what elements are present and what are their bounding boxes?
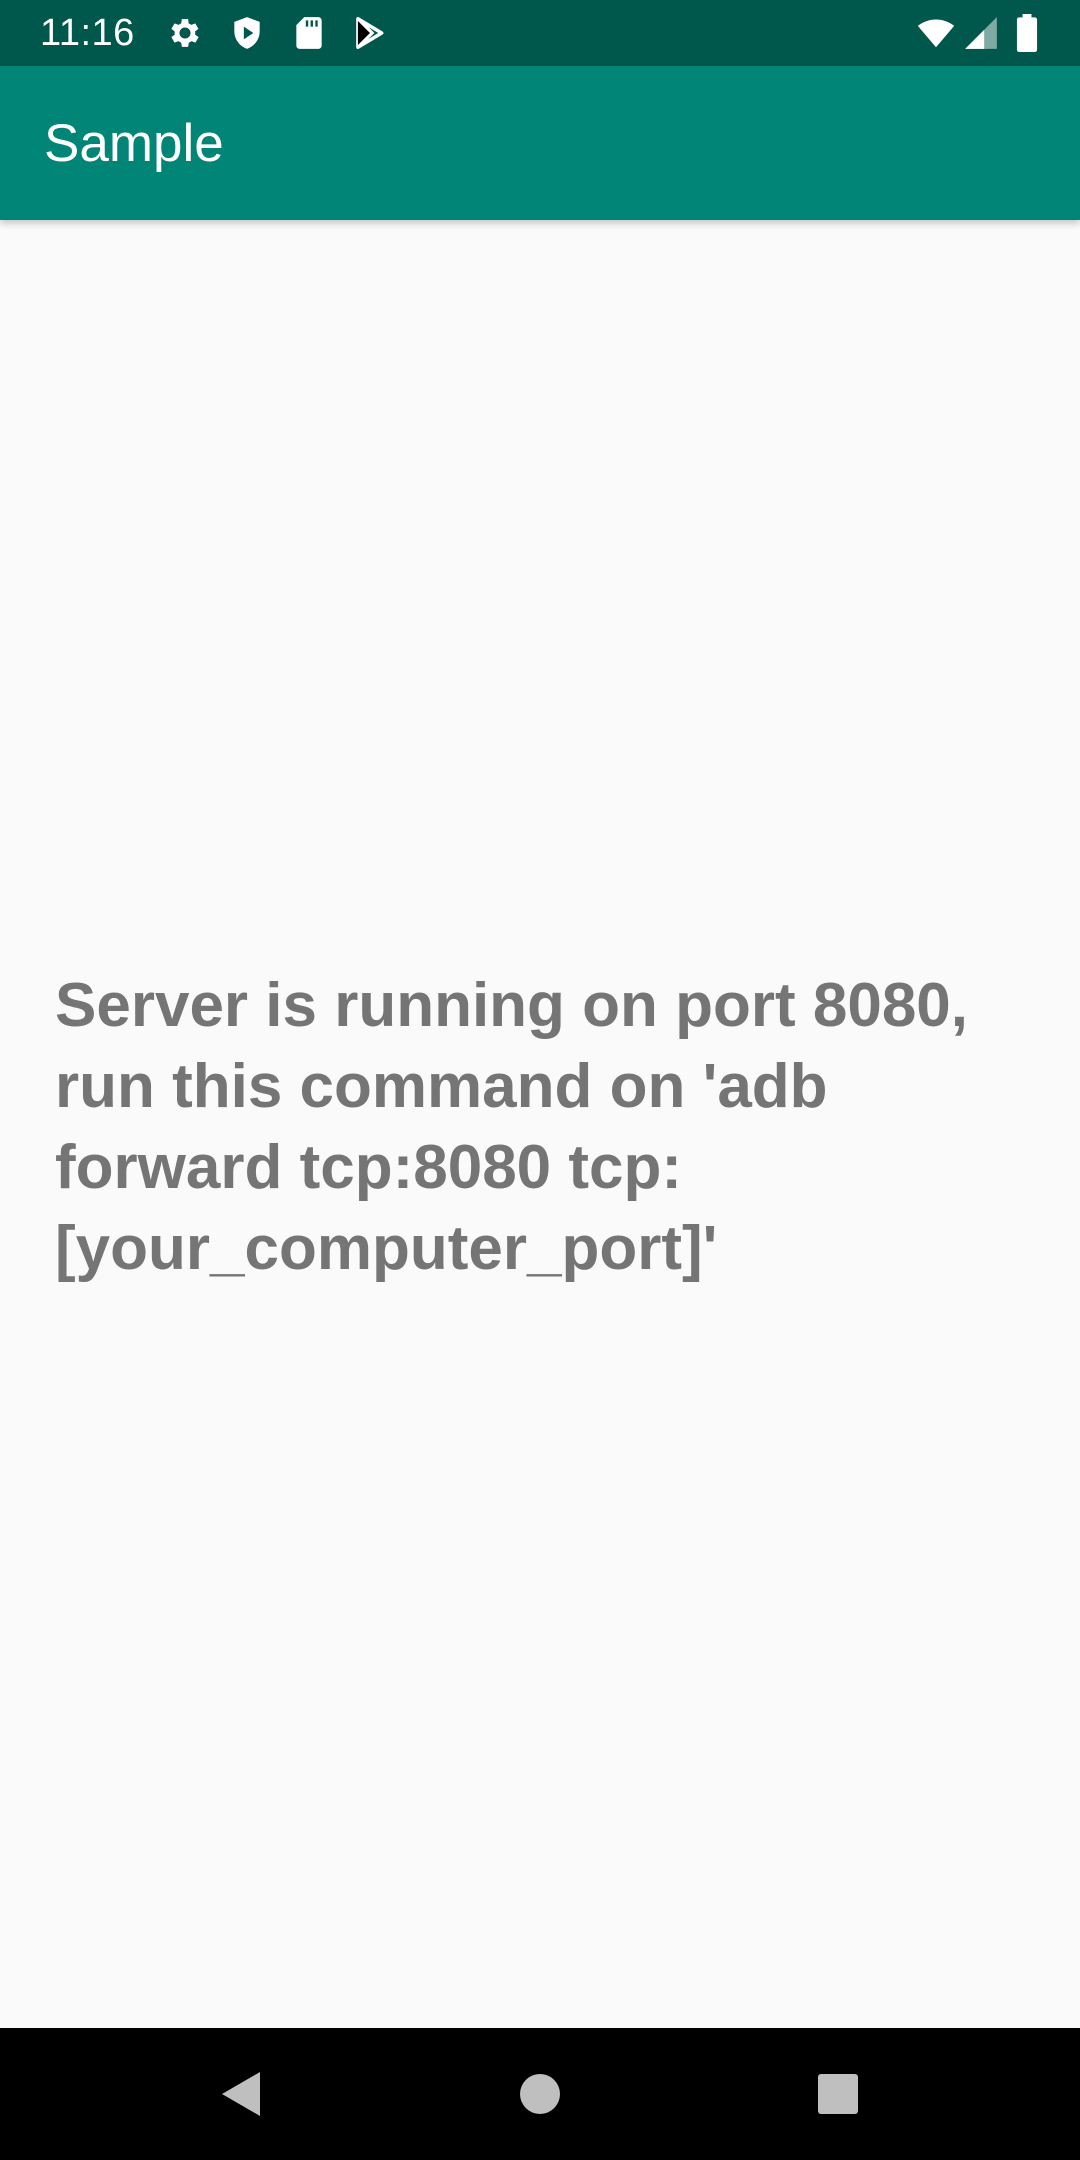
server-status-message: Server is running on port 8080, run this… <box>55 971 969 1283</box>
status-bar: 11:16 <box>0 0 1080 66</box>
main-content: Server is running on port 8080, run this… <box>0 220 1080 2028</box>
app-title: Sample <box>44 114 224 173</box>
play-store-icon <box>350 14 388 52</box>
screen: 11:16 Sample Server is running on port 8… <box>0 0 1080 2160</box>
gear-icon <box>166 14 204 52</box>
battery-icon <box>1010 14 1044 52</box>
app-bar: Sample <box>0 66 1080 220</box>
sd-card-icon <box>290 14 328 52</box>
wifi-icon <box>914 14 958 52</box>
shield-icon <box>228 14 266 52</box>
status-time: 11:16 <box>40 12 135 54</box>
recents-icon[interactable] <box>798 2054 878 2134</box>
signal-icon <box>962 14 1000 52</box>
navigation-bar <box>0 2028 1080 2160</box>
back-icon[interactable] <box>200 2054 280 2134</box>
home-icon[interactable] <box>500 2054 580 2134</box>
